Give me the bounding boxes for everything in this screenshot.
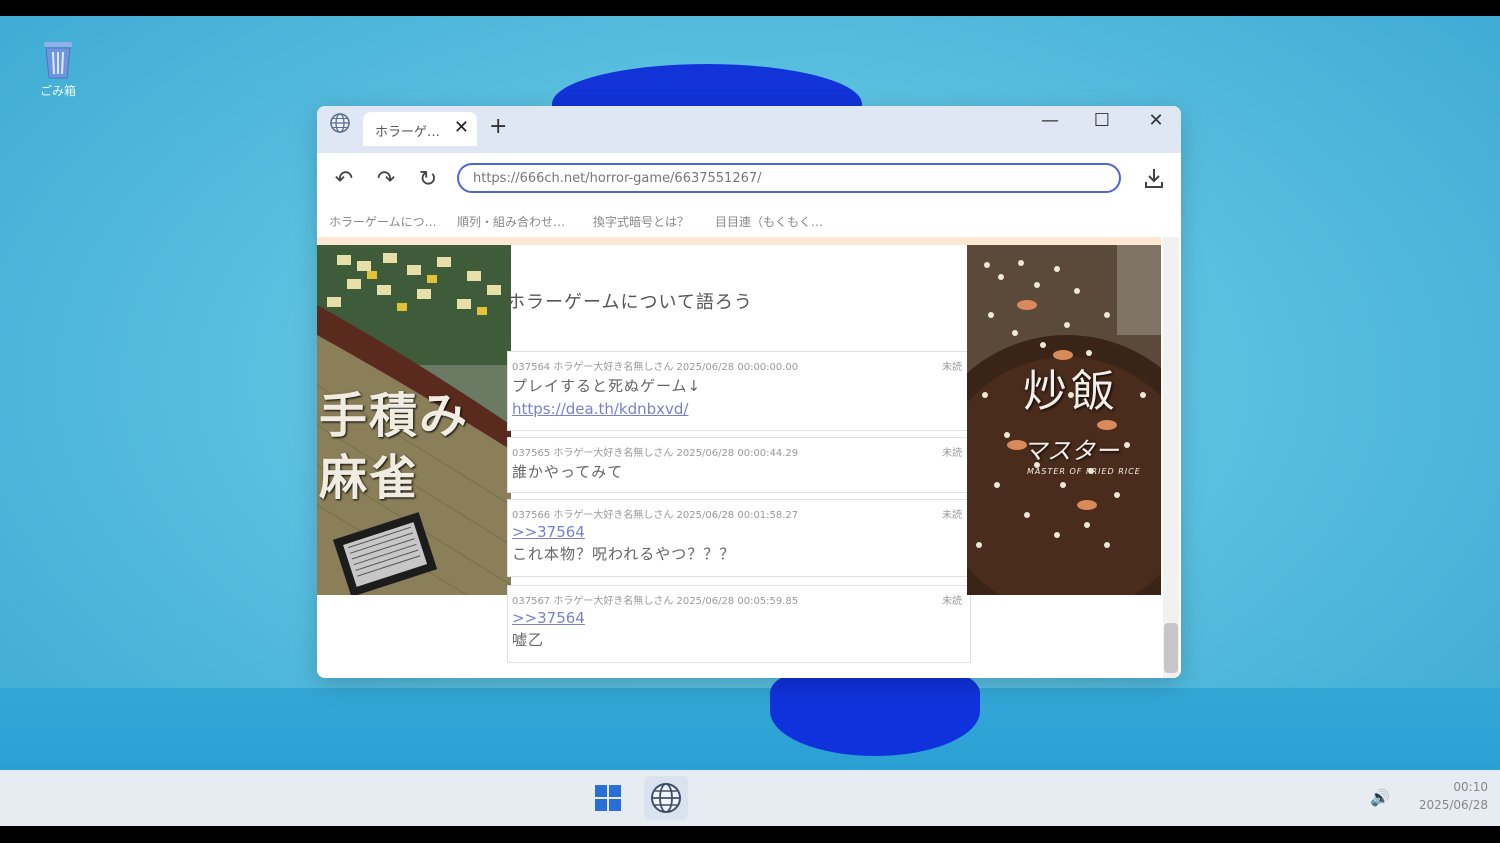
post-status: 未読 [942,444,962,459]
bookmark-item[interactable]: 順列・組み合わせ… [457,213,565,230]
post-body: 誰かやってみて [508,459,970,486]
post-body: これ本物？呪われるやつ？？？ [508,541,970,568]
scrollbar-thumb[interactable] [1164,623,1178,673]
post-reply-link[interactable]: >>37564 [508,607,970,627]
reload-button[interactable]: ↻ [413,165,443,195]
post-body: 嘘乙 [508,627,970,654]
recycle-bin[interactable]: ごみ箱 [30,38,86,99]
wallpaper-blob-bottom [770,666,980,756]
address-bar[interactable]: https://666ch.net/horror-game/6637551267… [457,163,1121,193]
post-item: 037566 ホラゲー大好き名無しさん 2025/06/28 00:01:58.… [507,499,971,577]
start-menu-icon[interactable] [594,784,622,812]
page-banner [317,237,1161,245]
post-status: 未読 [942,506,962,521]
taskbar-date: 2025/06/28 [1410,798,1488,812]
browser-toolbar: ↶ ↷ ↻ https://666ch.net/horror-game/6637… [317,153,1181,209]
minimize-button[interactable]: — [1035,110,1065,136]
browser-titlebar: ホラーゲ… ✕ + — ☐ ✕ [317,106,1181,153]
tab-title: ホラーゲ… [375,121,440,140]
browser-window: ホラーゲ… ✕ + — ☐ ✕ ↶ ↷ ↻ https://666ch.net/… [317,106,1181,678]
post-item: 037567 ホラゲー大好き名無しさん 2025/06/28 00:05:59.… [507,585,971,663]
post-header: 037564 ホラゲー大好き名無しさん 2025/06/28 00:00:00.… [512,362,798,373]
recycle-bin-icon [41,38,75,80]
taskbar-time: 00:10 [1440,780,1488,794]
ad-left-title-line2: 麻雀 [319,447,469,509]
post-reply-link[interactable]: >>37564 [508,521,970,541]
maximize-button[interactable]: ☐ [1087,110,1117,136]
desktop: ごみ箱 ホラーゲ… ✕ + — ☐ ✕ ↶ ↷ [0,16,1500,826]
post-body: プレイすると死ぬゲーム↓ [508,373,970,400]
volume-icon[interactable]: 🔊 [1370,788,1390,807]
recycle-bin-label: ごみ箱 [30,82,86,99]
thread-title: ホラーゲームについて語ろう [507,288,753,314]
taskbar: 🔊 00:10 2025/06/28 [0,770,1500,826]
ad-right-fried-rice[interactable]: 炒飯 マスター MASTER OF FRIED RICE [967,245,1161,595]
post-header: 037566 ホラゲー大好き名無しさん 2025/06/28 00:01:58.… [512,510,798,521]
ad-left-title-line1: 手積み [319,385,469,447]
ad-left-mahjong[interactable]: 手積み 麻雀 [317,245,511,595]
address-bar-text: https://666ch.net/horror-game/6637551267… [473,171,762,186]
post-status: 未読 [942,358,962,373]
post-item: 037564 ホラゲー大好き名無しさん 2025/06/28 00:00:00.… [507,351,971,431]
close-window-button[interactable]: ✕ [1141,110,1171,136]
ad-right-subtitle: マスター [1023,431,1119,466]
post-link[interactable]: https://dea.th/kdnbxvd/ [508,400,970,418]
fried-rice-ad-image [967,245,1161,595]
post-item: 037565 ホラゲー大好き名無しさん 2025/06/28 00:00:44.… [507,437,971,493]
new-tab-button[interactable]: + [489,114,507,139]
bookmark-item[interactable]: ホラーゲームにつ… [329,213,437,230]
page-scrollbar[interactable] [1163,237,1179,678]
browser-globe-icon [329,112,351,134]
ad-right-caption: MASTER OF FRIED RICE [1027,467,1141,476]
post-status: 未読 [942,592,962,607]
page-content: 手積み 麻雀 ホラーゲームについて語ろう 037564 ホラゲー大好き名無しさん… [317,237,1181,678]
bookmarks-bar: ホラーゲームにつ… 順列・組み合わせ… 換字式暗号とは？ 目目連（もくもく… [317,209,1181,238]
taskbar-browser-button[interactable] [644,776,688,820]
ad-right-title: 炒飯 [1023,355,1119,419]
taskbar-globe-icon [644,776,688,820]
forward-button[interactable]: ↷ [371,165,401,195]
post-header: 037567 ホラゲー大好き名無しさん 2025/06/28 00:05:59.… [512,596,798,607]
wallpaper-floor [0,688,1500,770]
bookmark-item[interactable]: 目目連（もくもく… [715,213,823,230]
post-header: 037565 ホラゲー大好き名無しさん 2025/06/28 00:00:44.… [512,448,798,459]
tab-close-icon[interactable]: ✕ [454,117,469,138]
browser-tab[interactable]: ホラーゲ… ✕ [363,112,477,146]
bookmark-item[interactable]: 換字式暗号とは？ [593,213,689,230]
download-icon[interactable] [1141,165,1167,193]
back-button[interactable]: ↶ [329,165,359,195]
